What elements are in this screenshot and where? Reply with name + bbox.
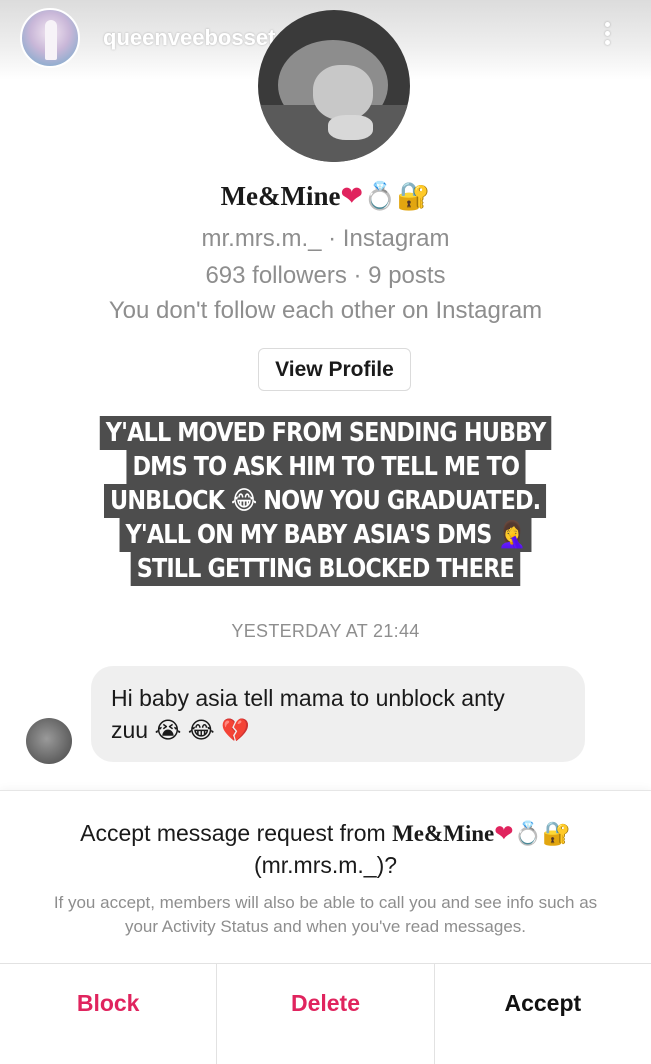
lock-icon: 🔐 bbox=[542, 821, 571, 847]
request-handle: (mr.mrs.m._)? bbox=[253, 852, 398, 878]
avatar-figure bbox=[45, 20, 57, 60]
profile-stats: 693 followers · 9 posts bbox=[205, 262, 446, 289]
photo-shape bbox=[328, 115, 373, 140]
follow-status: You don't follow each other on Instagram bbox=[108, 297, 543, 324]
sender-avatar[interactable] bbox=[26, 718, 72, 764]
ring-icon: 💍 bbox=[363, 181, 397, 212]
request-actions: Block Delete Accept bbox=[0, 963, 651, 1064]
block-button[interactable]: Block bbox=[0, 964, 216, 1064]
photo-shape bbox=[313, 65, 373, 120]
story-username[interactable]: queenveebosset bbox=[103, 25, 275, 51]
caption-line: Y'ALL MOVED FROM SENDING HUBBY bbox=[99, 416, 552, 450]
profile-handle: mr.mrs.m._ · Instagram bbox=[201, 225, 450, 252]
request-title-prefix: Accept message request from bbox=[80, 820, 393, 846]
story-author-avatar[interactable] bbox=[20, 8, 80, 68]
heart-icon: ❤ bbox=[494, 821, 514, 847]
request-title: Accept message request from Me&Mine❤💍🔐 bbox=[0, 817, 651, 850]
more-options-icon[interactable] bbox=[597, 22, 617, 52]
heart-icon: ❤ bbox=[340, 181, 364, 212]
story-viewer: queenveebosset 17h Me&Mine❤💍🔐 mr.mrs.m._… bbox=[0, 0, 651, 1064]
message-text-line: Hi baby asia tell mama to unblock anty bbox=[111, 685, 505, 711]
request-info: If you accept, members will also be able… bbox=[53, 893, 598, 936]
dot bbox=[604, 31, 610, 36]
caption-line: STILL GETTING BLOCKED THERE bbox=[130, 552, 521, 586]
caption-line: UNBLOCK 😂 NOW YOU GRADUATED. bbox=[104, 484, 547, 518]
lock-icon: 🔐 bbox=[396, 181, 431, 212]
message-timestamp: YESTERDAY AT 21:44 bbox=[231, 621, 420, 641]
profile-photo[interactable] bbox=[258, 10, 410, 162]
message-text-line: zuu 😭 😂 💔 bbox=[111, 717, 250, 743]
message-bubble[interactable]: Hi baby asia tell mama to unblock anty z… bbox=[91, 666, 585, 762]
delete-button[interactable]: Delete bbox=[216, 964, 433, 1064]
story-caption: Y'ALL MOVED FROM SENDING HUBBY DMS TO AS… bbox=[0, 416, 651, 586]
ring-icon: 💍 bbox=[513, 821, 543, 847]
profile-display-name: Me&Mine❤💍🔐 bbox=[0, 180, 651, 212]
display-name-text: Me&Mine bbox=[220, 181, 341, 211]
message-request-sheet: Accept message request from Me&Mine❤💍🔐 (… bbox=[0, 790, 651, 1064]
view-profile-button[interactable]: View Profile bbox=[258, 348, 411, 391]
caption-line: DMS TO ASK HIM TO TELL ME TO bbox=[126, 450, 525, 484]
dot bbox=[604, 40, 610, 45]
caption-line: Y'ALL ON MY BABY ASIA'S DMS 🤦‍♀️ bbox=[119, 518, 532, 552]
accept-button[interactable]: Accept bbox=[433, 964, 651, 1064]
request-title-name: Me&Mine bbox=[392, 821, 495, 846]
dot bbox=[604, 22, 610, 27]
